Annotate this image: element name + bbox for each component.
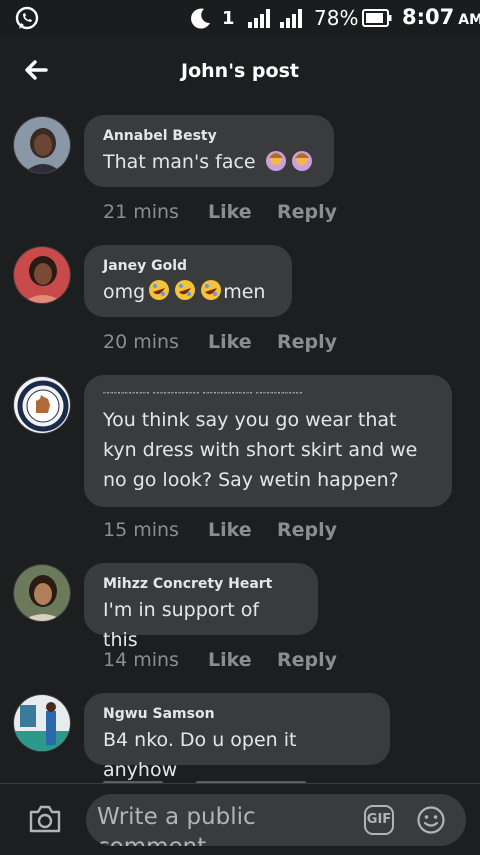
battery-icon — [362, 9, 392, 27]
comment-text-body: That man's face — [103, 151, 256, 173]
reply-button[interactable]: Reply — [277, 201, 337, 223]
comment-time: 20 mins — [103, 331, 179, 353]
comment-text: You think say you go wear that kyn dress… — [103, 409, 418, 491]
comment-author[interactable]: Ngwu Samson — [103, 705, 371, 723]
comment-composer: Write a public comment... GIF — [0, 783, 480, 855]
comment-time: 21 mins — [103, 201, 179, 223]
status-bar: 1 78% 8:07 AM — [0, 0, 480, 36]
comment-input[interactable]: Write a public comment... GIF — [86, 794, 466, 846]
comment-text: omg men — [103, 277, 273, 307]
avatar[interactable] — [13, 564, 71, 622]
comment-bubble[interactable]: Annabel Besty That man's face — [84, 115, 334, 187]
comment-author[interactable]: Janey Gold — [103, 257, 273, 275]
avatar[interactable] — [13, 246, 71, 304]
signal-icon — [248, 9, 270, 28]
facepalm-emoji-icon — [291, 151, 312, 171]
comment-author[interactable]: Mihzz Concrety Heart — [103, 575, 299, 593]
comment-time: 15 mins — [103, 519, 179, 541]
comment-text: I'm in support of this — [103, 599, 260, 651]
like-button[interactable]: Like — [208, 519, 277, 541]
clock-ampm: AM — [458, 12, 480, 28]
comment-text-before: omg — [103, 281, 146, 303]
comment-text-after: men — [223, 281, 266, 303]
avatar[interactable] — [13, 116, 71, 174]
rofl-emoji-icon — [175, 280, 196, 300]
comment-meta: 15 mins Like Reply — [103, 519, 337, 541]
comment-bubble[interactable]: Mihzz Concrety Heart I'm in support of t… — [84, 563, 318, 651]
reply-button[interactable]: Reply — [277, 331, 337, 353]
comment-author[interactable]: Annabel Besty — [103, 127, 315, 145]
rofl-emoji-icon — [149, 280, 170, 300]
avatar[interactable] — [13, 694, 71, 752]
data-indicator: 1 — [222, 8, 235, 29]
header: John's post — [0, 36, 480, 106]
comment-author[interactable]: ʺʺʺʺʺʺʺʺʺʺʺʺʺ ʺʺʺʺʺʺʺʺʺʺʺʺʺ ʺʺʺʺʺʺʺʺʺʺʺʺ… — [103, 389, 433, 403]
signal-icon — [280, 9, 302, 28]
comment-meta: 20 mins Like Reply — [103, 331, 337, 353]
whatsapp-icon — [15, 6, 39, 30]
comment-meta: 21 mins Like Reply — [103, 201, 337, 223]
rofl-emoji-icon — [201, 280, 222, 300]
like-button[interactable]: Like — [208, 331, 277, 353]
like-button[interactable]: Like — [208, 649, 277, 671]
comment-input-placeholder: Write a public comment... — [97, 804, 256, 846]
comment-bubble[interactable]: Ngwu Samson B4 nko. Do u open it anyhow — [84, 693, 390, 781]
moon-icon — [191, 8, 210, 29]
clock: 8:07 AM — [402, 5, 480, 29]
comment-bubble[interactable]: ʺʺʺʺʺʺʺʺʺʺʺʺʺ ʺʺʺʺʺʺʺʺʺʺʺʺʺ ʺʺʺʺʺʺʺʺʺʺʺʺ… — [84, 375, 452, 507]
smiley-icon[interactable] — [416, 805, 446, 835]
comment-meta: 14 mins Like Reply — [103, 649, 337, 671]
avatar[interactable] — [13, 376, 71, 434]
clock-time: 8:07 — [402, 5, 455, 29]
comment-text: That man's face — [103, 147, 315, 177]
camera-icon[interactable] — [28, 804, 62, 834]
comment-time: 14 mins — [103, 649, 179, 671]
reply-button[interactable]: Reply — [277, 649, 337, 671]
gif-button[interactable]: GIF — [364, 805, 394, 835]
page-title: John's post — [181, 60, 299, 82]
like-button[interactable]: Like — [208, 201, 277, 223]
comment-bubble[interactable]: Janey Gold omg men — [84, 245, 292, 317]
facepalm-emoji-icon — [265, 151, 286, 171]
battery-percent: 78% — [314, 6, 359, 30]
reply-button[interactable]: Reply — [277, 519, 337, 541]
